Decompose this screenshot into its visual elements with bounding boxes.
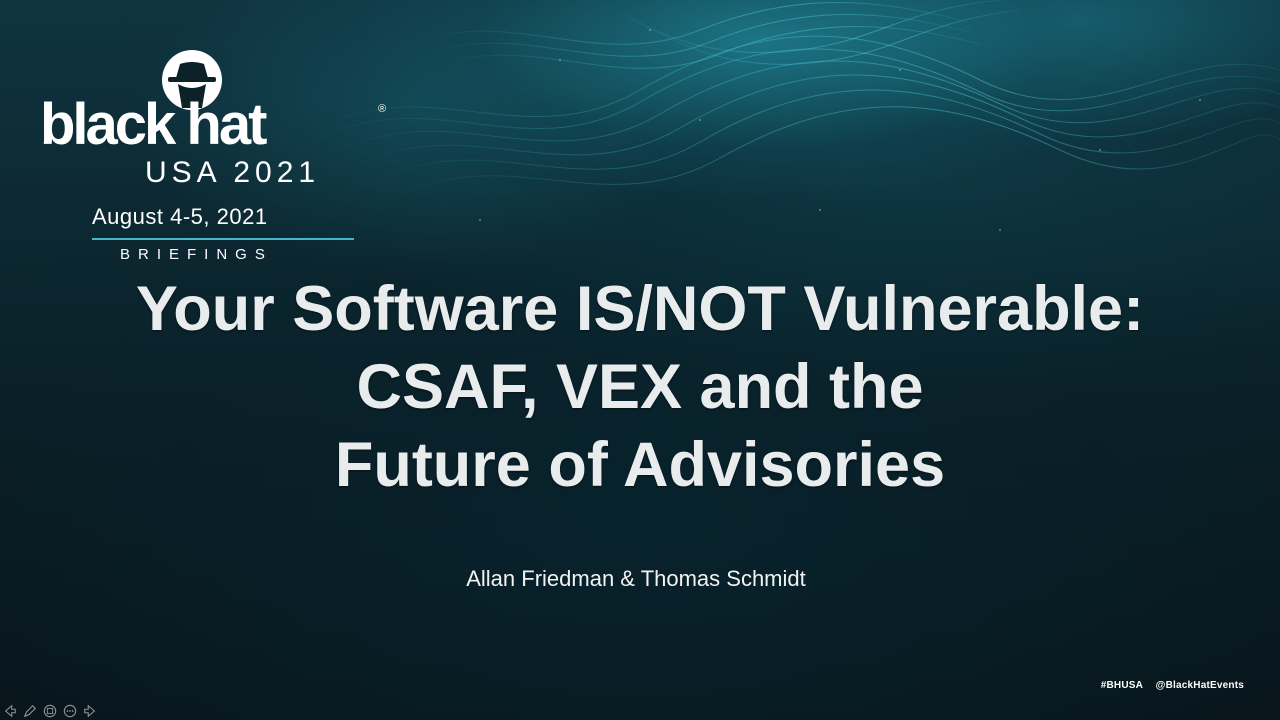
edition-label: USA 2021	[145, 156, 321, 189]
registered-mark: ®	[378, 103, 387, 115]
hashtag: #BHUSA	[1100, 680, 1143, 691]
blackhat-logo: black hat ® USA 2021 August 4-5, 2021 BR…	[40, 48, 400, 268]
next-icon[interactable]	[82, 703, 98, 719]
slide-player-controls	[0, 702, 110, 720]
title-line-1: Your Software IS/NOT Vulnerable:	[135, 274, 1145, 344]
authors: Allan Friedman & Thomas Schmidt	[466, 566, 806, 591]
twitter-handle: @BlackHatEvents	[1155, 680, 1244, 691]
menu-icon[interactable]	[62, 703, 78, 719]
logo-divider	[92, 238, 354, 240]
title-line-3: Future of Advisories	[334, 430, 946, 500]
title-line-2: CSAF, VEX and the	[356, 352, 924, 422]
brand-wordmark: black hat	[40, 92, 267, 157]
presentation-slide: black hat ® USA 2021 August 4-5, 2021 BR…	[0, 0, 1280, 720]
slides-icon[interactable]	[42, 703, 58, 719]
track-label: BRIEFINGS	[120, 246, 273, 263]
slide-title: Your Software IS/NOT Vulnerable: CSAF, V…	[0, 270, 1280, 504]
pen-icon[interactable]	[22, 703, 38, 719]
event-dates: August 4-5, 2021	[92, 204, 268, 229]
prev-icon[interactable]	[2, 703, 18, 719]
social-tags: #BHUSA @BlackHatEvents	[1091, 680, 1244, 691]
